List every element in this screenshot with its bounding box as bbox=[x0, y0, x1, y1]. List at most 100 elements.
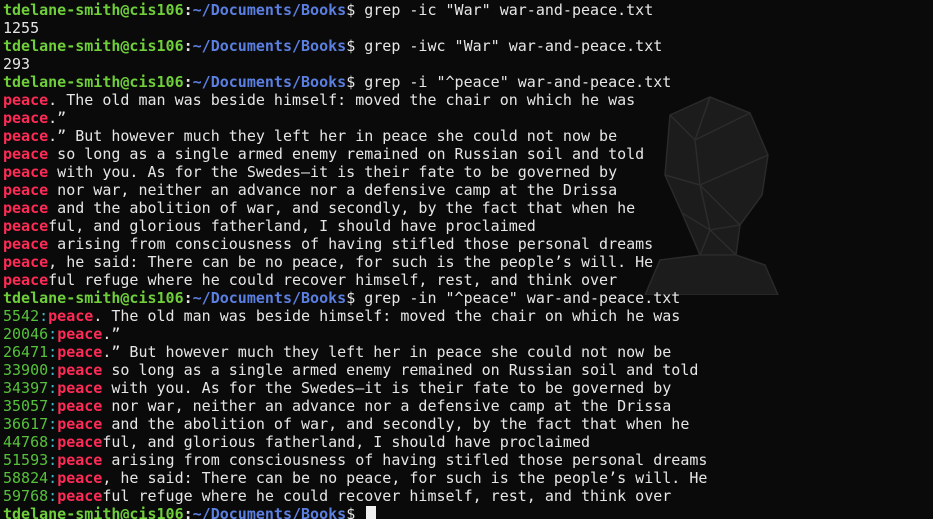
grep-match-line: peace so long as a single armed enemy re… bbox=[3, 145, 933, 163]
match-rest-text: .” bbox=[102, 325, 121, 343]
line-number: 20046 bbox=[3, 325, 49, 343]
line-number-separator: : bbox=[39, 307, 49, 325]
line-number: 58824 bbox=[3, 469, 49, 487]
match-rest-text: ful, and glorious fatherland, I should h… bbox=[102, 433, 591, 451]
prompt-line: tdelane-smith@cis106:~/Documents/Books$ … bbox=[3, 37, 933, 55]
command-text: grep -iwc "War" war-and-peace.txt bbox=[355, 37, 663, 55]
prompt-path: ~/Documents/Books bbox=[192, 37, 347, 55]
prompt-path: ~/Documents/Books bbox=[192, 73, 347, 91]
match-rest-text: , he said: There can be no peace, for su… bbox=[48, 253, 654, 271]
grep-match-line: 20046:peace.” bbox=[3, 325, 933, 343]
output-text: 293 bbox=[3, 55, 31, 73]
output-text: 1255 bbox=[3, 19, 40, 37]
line-number-separator: : bbox=[48, 379, 58, 397]
grep-match-line: peace.” bbox=[3, 109, 933, 127]
prompt-separator: : bbox=[183, 73, 193, 91]
match-highlight: peace bbox=[3, 253, 49, 271]
output-line: 1255 bbox=[3, 19, 933, 37]
terminal-window[interactable]: tdelane-smith@cis106:~/Documents/Books$ … bbox=[0, 0, 933, 519]
grep-match-line: 58824:peace, he said: There can be no pe… bbox=[3, 469, 933, 487]
prompt-user-host: tdelane-smith@cis106 bbox=[3, 505, 184, 519]
match-highlight: peace bbox=[3, 163, 49, 181]
match-rest-text: with you. As for the Swedes—it is their … bbox=[48, 163, 618, 181]
prompt-symbol: $ bbox=[346, 1, 356, 19]
line-number-separator: : bbox=[48, 343, 58, 361]
grep-match-line: 26471:peace.” But however much they left… bbox=[3, 343, 933, 361]
line-number: 59768 bbox=[3, 487, 49, 505]
match-highlight: peace bbox=[57, 433, 103, 451]
active-prompt-line[interactable]: tdelane-smith@cis106:~/Documents/Books$ bbox=[3, 505, 933, 519]
prompt-symbol: $ bbox=[346, 37, 356, 55]
match-rest-text: and the abolition of war, and secondly, … bbox=[102, 415, 690, 433]
prompt-line: tdelane-smith@cis106:~/Documents/Books$ … bbox=[3, 1, 933, 19]
match-rest-text: arising from consciousness of having sti… bbox=[102, 451, 708, 469]
grep-match-line: 44768:peaceful, and glorious fatherland,… bbox=[3, 433, 933, 451]
line-number-separator: : bbox=[48, 487, 58, 505]
grep-match-line: peaceful, and glorious fatherland, I sho… bbox=[3, 217, 933, 235]
line-number: 51593 bbox=[3, 451, 49, 469]
match-highlight: peace bbox=[57, 361, 103, 379]
match-rest-text: , he said: There can be no peace, for su… bbox=[102, 469, 708, 487]
match-highlight: peace bbox=[3, 235, 49, 253]
prompt-user-host: tdelane-smith@cis106 bbox=[3, 1, 184, 19]
line-number: 34397 bbox=[3, 379, 49, 397]
prompt-line: tdelane-smith@cis106:~/Documents/Books$ … bbox=[3, 289, 933, 307]
prompt-line: tdelane-smith@cis106:~/Documents/Books$ … bbox=[3, 73, 933, 91]
command-input[interactable] bbox=[355, 505, 364, 519]
match-rest-text: . The old man was beside himself: moved … bbox=[93, 307, 681, 325]
match-rest-text: so long as a single armed enemy remained… bbox=[48, 145, 645, 163]
prompt-symbol: $ bbox=[346, 289, 356, 307]
line-number: 36617 bbox=[3, 415, 49, 433]
match-rest-text: so long as a single armed enemy remained… bbox=[102, 361, 699, 379]
line-number: 26471 bbox=[3, 343, 49, 361]
grep-match-line: peace. The old man was beside himself: m… bbox=[3, 91, 933, 109]
line-number-separator: : bbox=[48, 415, 58, 433]
grep-match-line: peace and the abolition of war, and seco… bbox=[3, 199, 933, 217]
grep-match-line: 5542:peace. The old man was beside himse… bbox=[3, 307, 933, 325]
match-highlight: peace bbox=[57, 469, 103, 487]
terminal-output: tdelane-smith@cis106:~/Documents/Books$ … bbox=[0, 0, 933, 519]
grep-match-line: peace arising from consciousness of havi… bbox=[3, 235, 933, 253]
match-highlight: peace bbox=[57, 343, 103, 361]
match-highlight: peace bbox=[3, 127, 49, 145]
match-rest-text: ful, and glorious fatherland, I should h… bbox=[48, 217, 536, 235]
prompt-separator: : bbox=[183, 37, 193, 55]
prompt-user-host: tdelane-smith@cis106 bbox=[3, 37, 184, 55]
match-rest-text: ful refuge where he could recover himsel… bbox=[48, 271, 618, 289]
match-rest-text: . The old man was beside himself: moved … bbox=[48, 91, 636, 109]
grep-match-line: peace nor war, neither an advance nor a … bbox=[3, 181, 933, 199]
prompt-user-host: tdelane-smith@cis106 bbox=[3, 73, 184, 91]
match-rest-text: .” But however much they left her in pea… bbox=[102, 343, 672, 361]
line-number-separator: : bbox=[48, 325, 58, 343]
line-number-separator: : bbox=[48, 361, 58, 379]
match-rest-text: arising from consciousness of having sti… bbox=[48, 235, 654, 253]
output-line: 293 bbox=[3, 55, 933, 73]
grep-match-line: 35057:peace nor war, neither an advance … bbox=[3, 397, 933, 415]
line-number: 44768 bbox=[3, 433, 49, 451]
match-rest-text: ful refuge where he could recover himsel… bbox=[102, 487, 672, 505]
match-highlight: peace bbox=[57, 415, 103, 433]
prompt-separator: : bbox=[183, 1, 193, 19]
match-highlight: peace bbox=[3, 145, 49, 163]
line-number: 5542 bbox=[3, 307, 40, 325]
grep-match-line: 34397:peace with you. As for the Swedes—… bbox=[3, 379, 933, 397]
match-rest-text: .” But however much they left her in pea… bbox=[48, 127, 618, 145]
line-number-separator: : bbox=[48, 397, 58, 415]
command-text: grep -ic "War" war-and-peace.txt bbox=[355, 1, 654, 19]
prompt-path: ~/Documents/Books bbox=[192, 289, 347, 307]
line-number-separator: : bbox=[48, 469, 58, 487]
prompt-user-host: tdelane-smith@cis106 bbox=[3, 289, 184, 307]
line-number-separator: : bbox=[48, 433, 58, 451]
match-highlight: peace bbox=[3, 199, 49, 217]
prompt-symbol: $ bbox=[346, 505, 356, 519]
match-rest-text: and the abolition of war, and secondly, … bbox=[48, 199, 636, 217]
match-rest-text: nor war, neither an advance nor a defens… bbox=[102, 397, 672, 415]
line-number-separator: : bbox=[48, 451, 58, 469]
prompt-path: ~/Documents/Books bbox=[192, 1, 347, 19]
match-highlight: peace bbox=[3, 109, 49, 127]
grep-match-line: 33900:peace so long as a single armed en… bbox=[3, 361, 933, 379]
grep-match-line: 59768:peaceful refuge where he could rec… bbox=[3, 487, 933, 505]
match-highlight: peace bbox=[3, 181, 49, 199]
match-highlight: peace bbox=[57, 325, 103, 343]
match-highlight: peace bbox=[3, 217, 49, 235]
